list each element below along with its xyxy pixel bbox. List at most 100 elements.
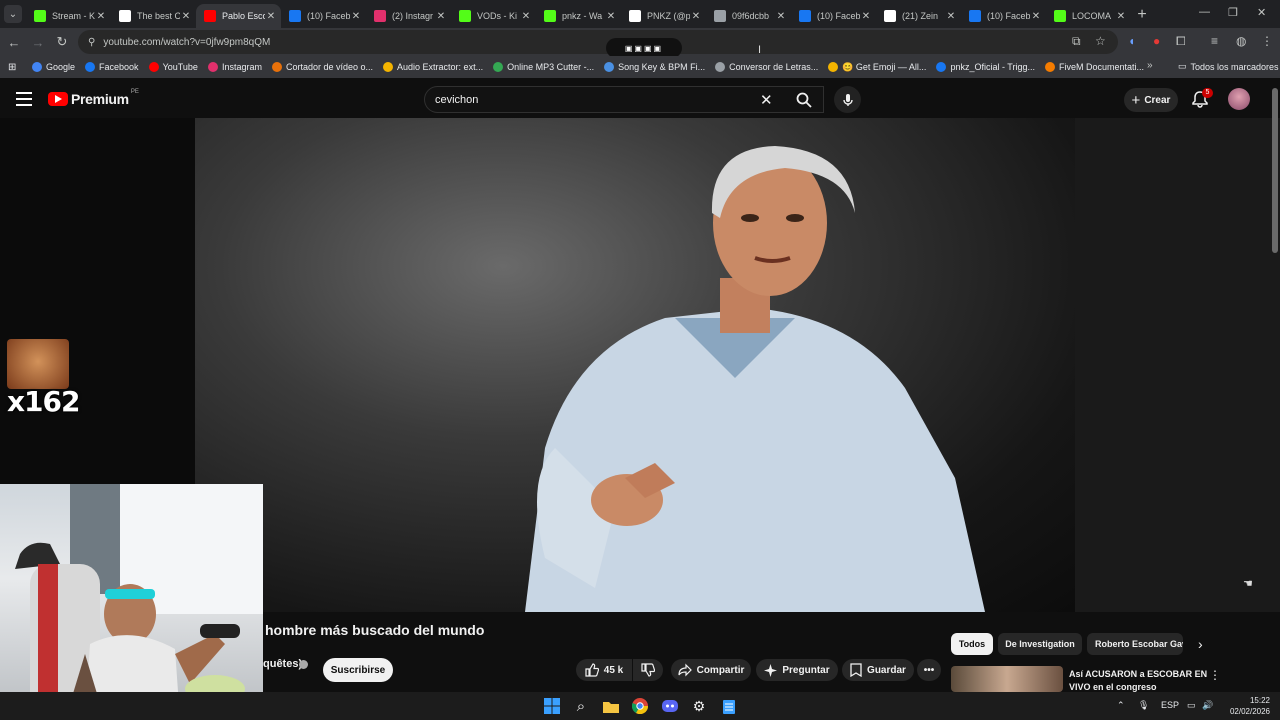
channel-name[interactable]: quêtes) bbox=[263, 658, 302, 670]
create-button[interactable]: + Crear bbox=[1124, 88, 1178, 112]
apps-grid-icon[interactable]: ⊞ bbox=[8, 62, 22, 73]
close-tab-icon[interactable]: ✕ bbox=[95, 11, 107, 22]
windows-start-icon[interactable] bbox=[542, 696, 562, 716]
extension-icon[interactable]: ◖ bbox=[1128, 34, 1135, 48]
bookmark-item[interactable]: FiveM Documentati... bbox=[1044, 62, 1144, 73]
network-icon[interactable]: ▭ bbox=[1187, 700, 1196, 711]
dislike-button[interactable] bbox=[633, 659, 663, 681]
bookmark-star-icon[interactable]: ☆ bbox=[1095, 34, 1106, 48]
menu-icon[interactable] bbox=[16, 92, 32, 106]
tab-search-button[interactable]: ⌄ bbox=[4, 5, 22, 23]
browser-tab[interactable]: (2) Instagr ✕ bbox=[366, 4, 451, 28]
bookmark-item[interactable]: Facebook bbox=[85, 62, 139, 73]
video-frame[interactable] bbox=[195, 118, 1075, 612]
chip-roberto-escobar[interactable]: Roberto Escobar Gav bbox=[1087, 633, 1183, 655]
site-info-icon[interactable]: ⚲ bbox=[88, 37, 95, 48]
bookmark-item[interactable]: Conversor de Letras... bbox=[715, 62, 818, 73]
close-tab-icon[interactable]: ✕ bbox=[520, 11, 532, 22]
extension-icon[interactable]: ● bbox=[1153, 34, 1160, 48]
close-tab-icon[interactable]: ✕ bbox=[435, 11, 447, 22]
browser-tab[interactable]: pnkz - Wa ✕ bbox=[536, 4, 621, 28]
file-explorer-icon[interactable] bbox=[601, 696, 621, 716]
close-tab-icon[interactable]: ✕ bbox=[690, 11, 702, 22]
close-tab-icon[interactable]: ✕ bbox=[1115, 11, 1127, 22]
discord-icon[interactable] bbox=[660, 696, 680, 716]
chip-investigation[interactable]: De Investigation bbox=[998, 633, 1082, 655]
more-vertical-icon[interactable]: ⋮ bbox=[1209, 668, 1221, 682]
taskbar-clock[interactable]: 15:22 02/02/2026 bbox=[1222, 695, 1270, 717]
browser-tab[interactable]: Pablo Esco ✕ bbox=[196, 4, 281, 28]
page-scrollbar[interactable] bbox=[1272, 88, 1278, 253]
tray-chevron-icon[interactable]: ⌃ bbox=[1117, 700, 1125, 711]
browser-menu-icon[interactable]: ⋮ bbox=[1261, 34, 1273, 48]
bookmark-item[interactable]: Instagram bbox=[207, 62, 262, 73]
browser-tab[interactable]: VODs - Ki ✕ bbox=[451, 4, 536, 28]
browser-tab[interactable]: LOCOMA ✕ bbox=[1046, 4, 1131, 28]
minimize-icon[interactable]: — bbox=[1199, 6, 1210, 18]
volume-icon[interactable]: 🔊 bbox=[1202, 700, 1213, 711]
notepad-icon[interactable] bbox=[719, 696, 739, 716]
all-bookmarks-folder[interactable]: ▭ Todos los marcadores bbox=[1178, 61, 1279, 72]
bookmark-item[interactable]: YouTube bbox=[148, 62, 198, 73]
media-control-icon[interactable]: ≡ bbox=[1211, 34, 1218, 48]
voice-search-button[interactable] bbox=[834, 86, 861, 113]
profile-icon[interactable]: ◍ bbox=[1236, 34, 1246, 48]
tray-mic-icon[interactable]: 🎙 bbox=[1138, 700, 1149, 711]
windows-taskbar: ⌕ ⚙ ⌃ 🎙 ESP ▭ 🔊 15:22 02/02/2026 bbox=[0, 692, 1280, 720]
like-button[interactable]: 45 k bbox=[576, 659, 632, 681]
install-app-icon[interactable]: ⧉ bbox=[1072, 34, 1081, 49]
more-bookmarks-icon[interactable]: » bbox=[1147, 60, 1153, 71]
forward-icon[interactable]: → bbox=[26, 35, 50, 50]
bookmark-item[interactable]: Cortador de vídeo o... bbox=[271, 62, 373, 73]
taskbar-search-icon[interactable]: ⌕ bbox=[571, 696, 591, 716]
chip-todos[interactable]: Todos bbox=[951, 633, 993, 655]
close-tab-icon[interactable]: ✕ bbox=[265, 11, 277, 22]
browser-tab[interactable]: PNKZ (@p ✕ bbox=[621, 4, 706, 28]
ask-button[interactable]: Preguntar bbox=[756, 659, 838, 681]
close-tab-icon[interactable]: ✕ bbox=[860, 11, 872, 22]
chrome-icon[interactable] bbox=[630, 696, 650, 716]
close-window-icon[interactable]: ✕ bbox=[1257, 6, 1266, 19]
close-tab-icon[interactable]: ✕ bbox=[605, 11, 617, 22]
subscribe-button[interactable]: Suscribirse bbox=[323, 658, 393, 682]
language-indicator[interactable]: ESP bbox=[1161, 700, 1179, 710]
reload-icon[interactable]: ↻ bbox=[50, 34, 74, 50]
maximize-icon[interactable]: ❐ bbox=[1228, 6, 1238, 19]
back-icon[interactable]: ← bbox=[2, 35, 26, 50]
close-tab-icon[interactable]: ✕ bbox=[945, 11, 957, 22]
bookmark-favicon-icon bbox=[604, 62, 615, 72]
bookmark-item[interactable]: 😊 Get Emoji — All... bbox=[828, 62, 926, 73]
streamer-webcam bbox=[0, 484, 263, 720]
save-button[interactable]: Guardar bbox=[842, 659, 914, 681]
clear-search-icon[interactable]: ✕ bbox=[760, 91, 773, 109]
close-tab-icon[interactable]: ✕ bbox=[1030, 11, 1042, 22]
close-tab-icon[interactable]: ✕ bbox=[775, 11, 787, 22]
close-tab-icon[interactable]: ✕ bbox=[350, 11, 362, 22]
browser-tab[interactable]: (10) Faceb ✕ bbox=[791, 4, 876, 28]
extensions-puzzle-icon[interactable]: ⧠ bbox=[1176, 34, 1186, 49]
new-tab-button[interactable]: + bbox=[1131, 6, 1153, 24]
avatar[interactable] bbox=[1228, 88, 1250, 110]
browser-tab[interactable]: (10) Faceb ✕ bbox=[281, 4, 366, 28]
share-button[interactable]: Compartir bbox=[671, 659, 751, 681]
youtube-logo[interactable]: Premium PE bbox=[48, 89, 139, 107]
address-bar[interactable]: ⚲ youtube.com/watch?v=0jfw9pm8qQM bbox=[78, 30, 1118, 54]
recommendation-title[interactable]: Así ACUSARON a ESCOBAR EN VIVO en el con… bbox=[1069, 668, 1214, 694]
facebook-icon bbox=[799, 10, 811, 22]
search-button[interactable] bbox=[786, 86, 822, 113]
bookmark-item[interactable]: Song Key & BPM Fi... bbox=[604, 62, 705, 73]
recommendation-thumbnail[interactable] bbox=[951, 666, 1063, 692]
bookmark-item[interactable]: Online MP3 Cutter -... bbox=[493, 62, 594, 73]
bookmark-item[interactable]: Audio Extractor: ext... bbox=[383, 62, 483, 73]
close-tab-icon[interactable]: ✕ bbox=[180, 11, 192, 22]
more-actions-button[interactable]: ••• bbox=[917, 659, 941, 681]
chevron-right-icon[interactable]: › bbox=[1198, 636, 1203, 652]
browser-tab[interactable]: (21) Zein ✕ bbox=[876, 4, 961, 28]
bookmark-item[interactable]: pnkz_Oficial - Trigg... bbox=[936, 62, 1035, 73]
browser-tab[interactable]: 09f6dcbb ✕ bbox=[706, 4, 791, 28]
browser-tab[interactable]: Stream - K ✕ bbox=[26, 4, 111, 28]
bookmark-item[interactable]: Google bbox=[32, 62, 75, 73]
browser-tab[interactable]: The best C ✕ bbox=[111, 4, 196, 28]
browser-tab[interactable]: (10) Faceb ✕ bbox=[961, 4, 1046, 28]
app-icon[interactable]: ⚙ bbox=[689, 696, 709, 716]
